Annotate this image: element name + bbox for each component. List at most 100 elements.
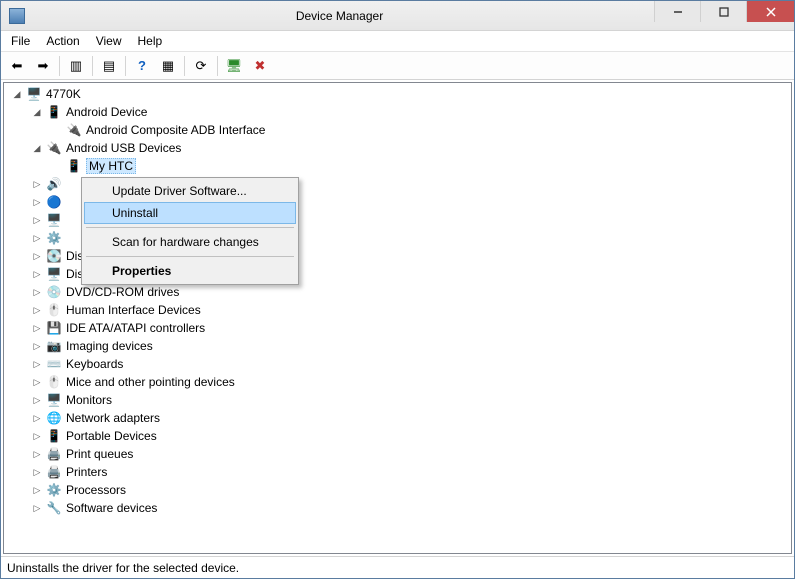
expand-icon[interactable]: ▷ xyxy=(30,231,44,245)
tree-item[interactable]: ▷🔧 Software devices xyxy=(8,499,791,517)
collapse-icon[interactable]: ◢ xyxy=(30,105,44,119)
help-icon: ? xyxy=(138,58,146,73)
menu-file[interactable]: File xyxy=(3,32,38,50)
expand-icon[interactable]: ▷ xyxy=(30,213,44,227)
tree-item[interactable]: ▷🖥️Monitors xyxy=(8,391,791,409)
category-icon: 📱 xyxy=(46,428,62,444)
spacer xyxy=(50,123,64,137)
expand-icon[interactable]: ▷ xyxy=(30,501,44,515)
title-bar: Device Manager xyxy=(1,1,794,31)
expand-icon[interactable]: ▷ xyxy=(30,339,44,353)
category-icon: 💿 xyxy=(46,284,62,300)
tree-label: Network adapters xyxy=(66,411,160,425)
category-icon: ⌨️ xyxy=(46,356,62,372)
tree-item[interactable]: ▷🖱️ Mice and other pointing devices xyxy=(8,373,791,391)
tree-item-android-device[interactable]: ◢ 📱 Android Device xyxy=(8,103,791,121)
expand-icon[interactable]: ▷ xyxy=(30,267,44,281)
category-icon: 🖱️ xyxy=(46,374,62,390)
forward-button[interactable]: ➡ xyxy=(31,54,55,78)
tree-item-my-htc[interactable]: 📱 My HTC xyxy=(8,157,791,175)
tree-label: Keyboards xyxy=(66,357,123,371)
ctx-properties[interactable]: Properties xyxy=(84,260,296,282)
tree-label: Processors xyxy=(66,483,126,497)
window-title: Device Manager xyxy=(25,9,654,23)
category-icon: ⚙️ xyxy=(46,482,62,498)
menu-bar: File Action View Help xyxy=(1,31,794,52)
uninstall-button[interactable]: ✖ xyxy=(248,54,272,78)
toolbar: ⬅ ➡ ▥ ▤ ? ▦ ⟳ 🖥 ✖ xyxy=(1,52,794,80)
ctx-uninstall[interactable]: Uninstall xyxy=(84,202,296,224)
tree-item[interactable]: ▷🖱️ Human Interface Devices xyxy=(8,301,791,319)
expand-icon[interactable]: ▷ xyxy=(30,393,44,407)
tree-label: Mice and other pointing devices xyxy=(66,375,235,389)
category-icon: 🖨️ xyxy=(46,464,62,480)
expand-icon[interactable]: ▷ xyxy=(30,465,44,479)
category-icon: 💾 xyxy=(46,320,62,336)
device-tree[interactable]: ◢ 🖥️ 4770K ◢ 📱 Android Device 🔌 Android … xyxy=(4,83,791,553)
properties-icon: ▤ xyxy=(103,58,115,74)
tree-item[interactable]: ▷⚙️ Processors xyxy=(8,481,791,499)
menu-view[interactable]: View xyxy=(88,32,130,50)
uninstall-icon: ✖ xyxy=(255,58,266,74)
separator xyxy=(59,56,60,76)
arrow-left-icon: ⬅ xyxy=(12,58,23,74)
tree-item[interactable]: ▷📷Imaging devices xyxy=(8,337,791,355)
expand-icon[interactable]: ▷ xyxy=(30,411,44,425)
menu-help[interactable]: Help xyxy=(130,32,171,50)
menu-action[interactable]: Action xyxy=(38,32,87,50)
category-icon: 🖱️ xyxy=(46,302,62,318)
expand-icon[interactable]: ▷ xyxy=(30,357,44,371)
update-icon: ⟳ xyxy=(196,58,207,74)
controller-icon: ⚙️ xyxy=(46,230,62,246)
show-hide-console-button[interactable]: ▥ xyxy=(64,54,88,78)
collapse-icon[interactable]: ◢ xyxy=(30,141,44,155)
action-button[interactable]: ▦ xyxy=(156,54,180,78)
expand-icon[interactable]: ▷ xyxy=(30,429,44,443)
minimize-button[interactable] xyxy=(654,1,700,22)
tree-label: DVD/CD-ROM drives xyxy=(66,285,179,299)
tree-item[interactable]: ▷🖨️Printers xyxy=(8,463,791,481)
tree-label: Monitors xyxy=(66,393,112,407)
scan-hardware-button[interactable]: 🖥 xyxy=(222,54,246,78)
maximize-button[interactable] xyxy=(700,1,746,22)
ctx-scan-hardware[interactable]: Scan for hardware changes xyxy=(84,231,296,253)
properties-button[interactable]: ▤ xyxy=(97,54,121,78)
expand-icon[interactable]: ▷ xyxy=(30,285,44,299)
tree-item[interactable]: ▷🌐Network adapters xyxy=(8,409,791,427)
tree-item-android-usb[interactable]: ◢ 🔌 Android USB Devices xyxy=(8,139,791,157)
separator xyxy=(86,256,294,257)
tree-item[interactable]: ▷⌨️ Keyboards xyxy=(8,355,791,373)
tree-label: Human Interface Devices xyxy=(66,303,201,317)
expand-icon[interactable]: ▷ xyxy=(30,447,44,461)
tree-item[interactable]: ▷📱Portable Devices xyxy=(8,427,791,445)
separator xyxy=(125,56,126,76)
expand-icon[interactable]: ▷ xyxy=(30,375,44,389)
scan-icon: 🖥 xyxy=(226,58,243,74)
status-text: Uninstalls the driver for the selected d… xyxy=(7,561,239,575)
expand-icon[interactable]: ▷ xyxy=(30,249,44,263)
back-button[interactable]: ⬅ xyxy=(5,54,29,78)
tree-root[interactable]: ◢ 🖥️ 4770K xyxy=(8,85,791,103)
ctx-update-driver[interactable]: Update Driver Software... xyxy=(84,180,296,202)
usb-icon: 🔌 xyxy=(46,140,62,156)
bluetooth-icon: 🔵 xyxy=(46,194,62,210)
collapse-icon[interactable]: ◢ xyxy=(10,87,24,101)
device-icon: 🔌 xyxy=(66,122,82,138)
category-icon: 🔧 xyxy=(46,500,62,516)
help-button[interactable]: ? xyxy=(130,54,154,78)
tree-label: Print queues xyxy=(66,447,133,461)
separator xyxy=(184,56,185,76)
tree-item[interactable]: ▷💾IDE ATA/ATAPI controllers xyxy=(8,319,791,337)
tree-label: Software devices xyxy=(66,501,157,515)
expand-icon[interactable]: ▷ xyxy=(30,303,44,317)
window-controls xyxy=(654,1,794,30)
update-driver-button[interactable]: ⟳ xyxy=(189,54,213,78)
expand-icon[interactable]: ▷ xyxy=(30,177,44,191)
expand-icon[interactable]: ▷ xyxy=(30,195,44,209)
close-button[interactable] xyxy=(746,1,794,22)
tree-item[interactable]: ▷💿 DVD/CD-ROM drives xyxy=(8,283,791,301)
expand-icon[interactable]: ▷ xyxy=(30,483,44,497)
tree-item[interactable]: ▷🖨️Print queues xyxy=(8,445,791,463)
tree-item-adb-interface[interactable]: 🔌 Android Composite ADB Interface xyxy=(8,121,791,139)
expand-icon[interactable]: ▷ xyxy=(30,321,44,335)
